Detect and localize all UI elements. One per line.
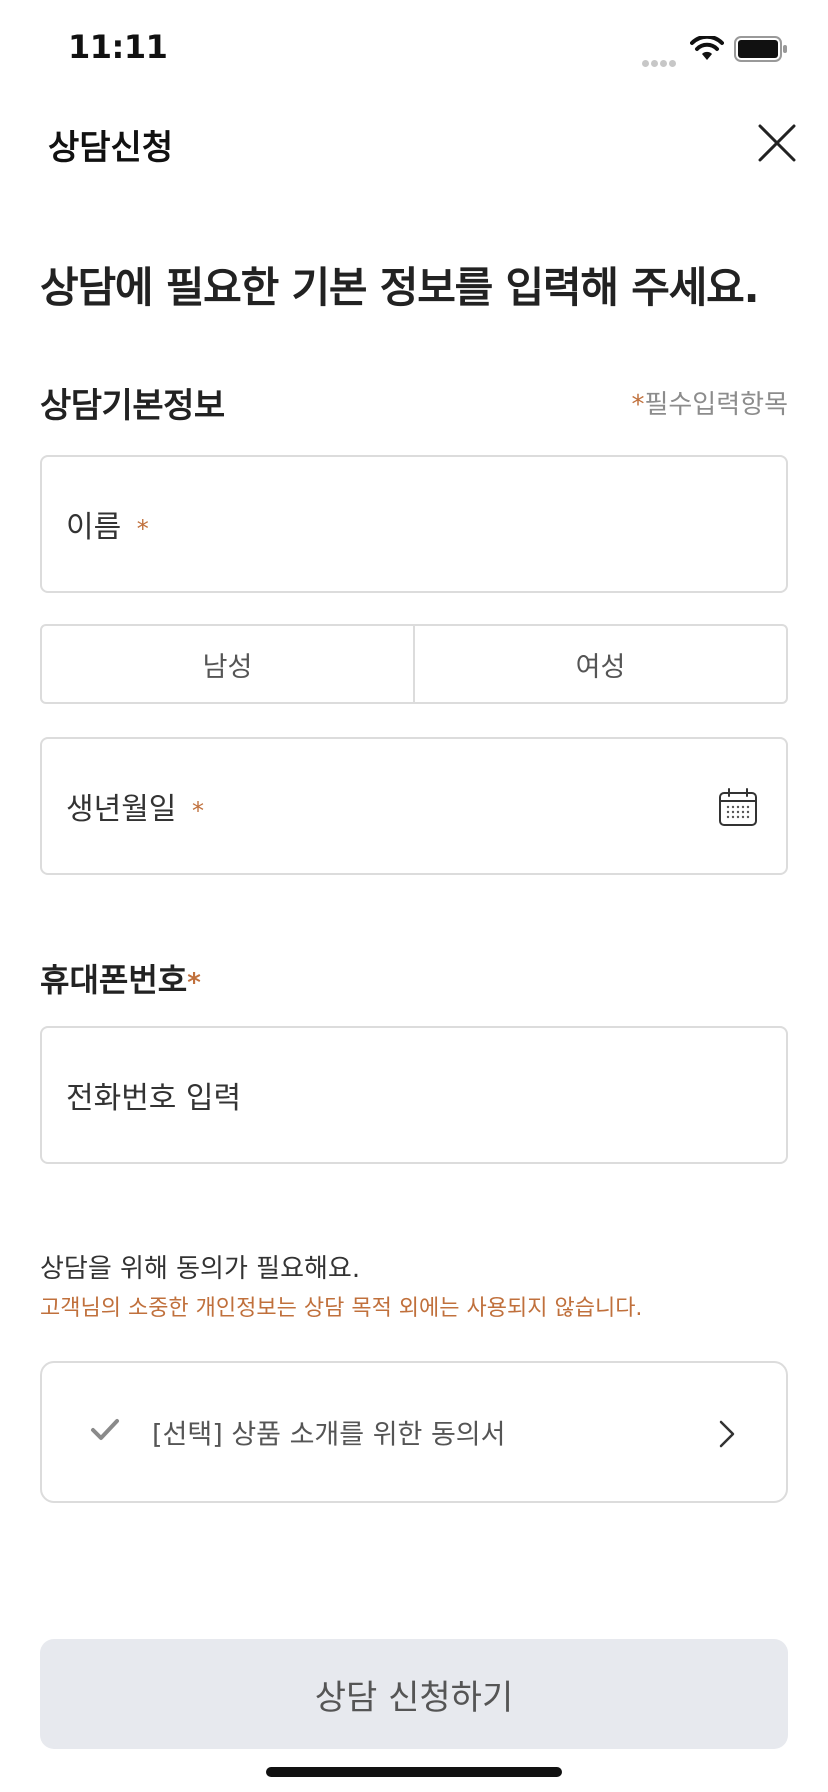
close-icon[interactable] — [754, 120, 800, 166]
required-note-label: 필수입력항목 — [644, 390, 788, 420]
gender-female-button[interactable]: 여성 — [413, 626, 786, 702]
calendar-icon[interactable] — [718, 787, 758, 827]
page-title: 상담신청 — [48, 128, 174, 168]
consent-subtitle: 고객님의 소중한 개인정보는 상담 목적 외에는 사용되지 않습니다. — [40, 1296, 643, 1321]
check-icon[interactable] — [90, 1417, 120, 1443]
required-note: *필수입력항목 — [631, 384, 788, 421]
required-star: * — [631, 390, 645, 420]
gender-toggle: 남성 여성 — [40, 624, 788, 704]
name-field-label: 이름 * — [66, 502, 149, 546]
name-field[interactable]: 이름 * — [40, 455, 788, 593]
gender-male-button[interactable]: 남성 — [42, 626, 413, 702]
birthdate-field[interactable]: 생년월일 * — [40, 737, 788, 875]
required-star: * — [136, 515, 149, 543]
required-star: * — [191, 797, 204, 825]
marketing-consent-item[interactable]: [선택] 상품 소개를 위한 동의서 — [40, 1361, 788, 1503]
phone-title-text: 휴대폰번호 — [40, 961, 188, 999]
required-star: * — [187, 968, 201, 998]
form-headline: 상담에 필요한 기본 정보를 입력해 주세요. — [40, 263, 760, 312]
home-indicator — [266, 1767, 562, 1777]
consent-item-label: [선택] 상품 소개를 위한 동의서 — [152, 1419, 506, 1451]
phone-section-title: 휴대폰번호* — [40, 955, 201, 1001]
basic-info-title: 상담기본정보 — [40, 386, 225, 426]
phone-input[interactable]: 전화번호 입력 — [40, 1026, 788, 1164]
consent-title: 상담을 위해 동의가 필요해요. — [40, 1254, 361, 1284]
birthdate-label-text: 생년월일 — [66, 792, 177, 827]
cellular-signal-icon — [642, 52, 678, 71]
name-label-text: 이름 — [66, 510, 122, 545]
status-time: 11:11 — [68, 28, 168, 66]
chevron-right-icon — [719, 1420, 735, 1448]
birthdate-field-label: 생년월일 * — [66, 784, 204, 828]
status-icons — [642, 36, 792, 67]
wifi-icon — [690, 36, 724, 60]
battery-icon — [734, 36, 787, 62]
submit-button[interactable]: 상담 신청하기 — [40, 1639, 788, 1749]
phone-placeholder: 전화번호 입력 — [66, 1081, 242, 1116]
